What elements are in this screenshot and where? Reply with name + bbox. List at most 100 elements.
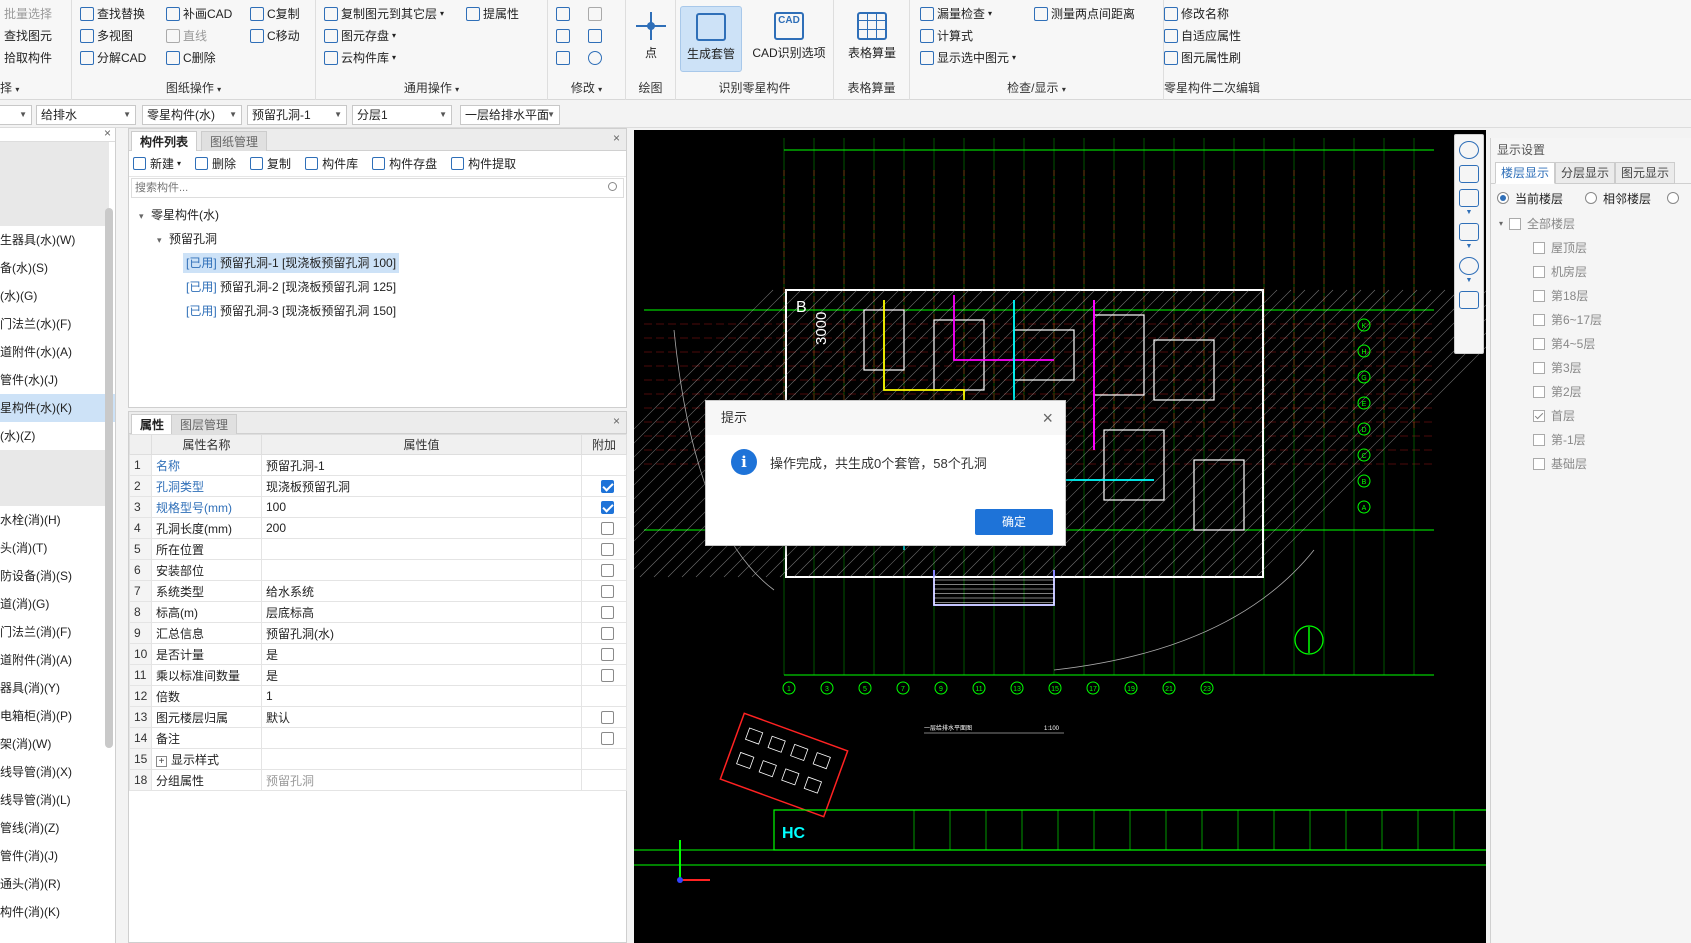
property-row[interactable]: 18 分组属性 预留孔洞 bbox=[129, 769, 627, 791]
extra-checkbox[interactable] bbox=[601, 501, 614, 515]
nav-tree-item[interactable]: 生器具(水)(W) bbox=[0, 226, 115, 254]
modify-delete-button[interactable] bbox=[556, 48, 573, 68]
c-delete-button[interactable]: C删除 bbox=[166, 48, 216, 68]
collapse-icon[interactable]: ▾ bbox=[139, 204, 151, 228]
draw-point-button[interactable]: 点 bbox=[620, 6, 682, 72]
find-element-button[interactable]: 查找图元 bbox=[4, 26, 52, 46]
floor-checkbox[interactable] bbox=[1533, 458, 1545, 470]
copy-to-layer-button[interactable]: 复制图元到其它层 ▾ bbox=[324, 4, 444, 24]
filter-select-0[interactable]: ▼ bbox=[0, 105, 32, 125]
property-value[interactable]: 200 bbox=[261, 517, 582, 539]
pick-component-button[interactable]: 拾取构件 bbox=[4, 48, 52, 68]
tab-drawing-manage[interactable]: 图纸管理 bbox=[201, 131, 268, 151]
delete-component-button[interactable]: 删除 bbox=[195, 155, 236, 172]
nav-tree-item[interactable]: 通头(消)(R) bbox=[0, 870, 115, 898]
tab-layer-manage[interactable]: 图层管理 bbox=[171, 414, 238, 434]
nav-tree-item[interactable]: 线导管(消)(L) bbox=[0, 786, 115, 814]
new-component-button[interactable]: 新建 ▾ bbox=[133, 155, 181, 172]
rotate-view-icon[interactable] bbox=[1459, 257, 1479, 275]
batch-select-button[interactable]: 批量选择 bbox=[4, 4, 52, 24]
radio-other[interactable] bbox=[1667, 192, 1680, 204]
formula-button[interactable]: 计算式 bbox=[920, 26, 973, 46]
floor-item[interactable]: 第6~17层 bbox=[1491, 308, 1691, 332]
property-row[interactable]: 13 图元楼层归属 默认 bbox=[129, 706, 627, 728]
modify-paste-button[interactable] bbox=[588, 4, 605, 24]
nav-tree-item[interactable]: 管件(水)(J) bbox=[0, 366, 115, 394]
close-icon[interactable]: × bbox=[613, 131, 620, 145]
nav-tree-item[interactable]: 构件(消)(K) bbox=[0, 898, 115, 926]
property-row[interactable]: 4 孔洞长度(mm) 200 bbox=[129, 517, 627, 539]
floor-item[interactable]: 第-1层 bbox=[1491, 428, 1691, 452]
property-value[interactable]: 预留孔洞-1 bbox=[261, 454, 582, 476]
floor-checkbox[interactable] bbox=[1533, 242, 1545, 254]
property-value[interactable]: 层底标高 bbox=[261, 601, 582, 623]
property-value[interactable]: 是 bbox=[261, 643, 582, 665]
extra-checkbox[interactable] bbox=[601, 564, 614, 578]
extra-checkbox[interactable] bbox=[601, 606, 614, 620]
floor-checkbox[interactable] bbox=[1533, 266, 1545, 278]
property-row[interactable]: 5 所在位置 bbox=[129, 538, 627, 560]
close-icon[interactable]: × bbox=[104, 128, 111, 140]
nav-tree-item[interactable]: 道附件(消)(A) bbox=[0, 646, 115, 674]
property-value[interactable]: 预留孔洞 bbox=[261, 769, 582, 791]
extra-checkbox[interactable] bbox=[601, 585, 614, 599]
floor-item[interactable]: 基础层 bbox=[1491, 452, 1691, 476]
tab-floor-display[interactable]: 楼层显示 bbox=[1495, 162, 1556, 184]
show-selected-button[interactable]: 显示选中图元 ▾ bbox=[920, 48, 1016, 68]
property-row[interactable]: 1 名称 预留孔洞-1 bbox=[129, 454, 627, 476]
property-row[interactable]: 12 倍数 1 bbox=[129, 685, 627, 707]
chevron-down-icon[interactable]: ▼ bbox=[1455, 277, 1483, 285]
settings-list-icon[interactable] bbox=[1459, 291, 1479, 309]
multi-view-button[interactable]: 多视图 bbox=[80, 26, 133, 46]
modify-mirror-button[interactable] bbox=[588, 26, 605, 46]
property-value[interactable] bbox=[261, 538, 582, 560]
table-calc-button[interactable]: 表格算量 bbox=[838, 6, 906, 72]
property-value[interactable]: 1 bbox=[261, 685, 582, 707]
extra-checkbox[interactable] bbox=[601, 543, 614, 557]
property-value[interactable]: 是 bbox=[261, 664, 582, 686]
generate-sleeve-button[interactable]: 生成套管 bbox=[680, 6, 742, 72]
orbit-icon[interactable] bbox=[1459, 141, 1479, 159]
leak-check-button[interactable]: 漏量检查 ▾ bbox=[920, 4, 992, 24]
measure-distance-button[interactable]: 测量两点间距离 bbox=[1034, 4, 1135, 24]
floor-root[interactable]: ▾ 全部楼层 bbox=[1491, 212, 1691, 236]
line-button[interactable]: 直线 bbox=[166, 26, 207, 46]
extract-attr-button[interactable]: 提属性 bbox=[466, 4, 519, 24]
collapse-icon[interactable]: ▾ bbox=[157, 228, 169, 252]
extra-checkbox[interactable] bbox=[601, 732, 614, 746]
extra-checkbox[interactable] bbox=[601, 711, 614, 725]
component-library-button[interactable]: 构件库 bbox=[305, 155, 358, 172]
ok-button[interactable]: 确定 bbox=[975, 509, 1053, 535]
floor-item[interactable]: 屋顶层 bbox=[1491, 236, 1691, 260]
property-row[interactable]: 2 孔洞类型 现浇板预留孔洞 bbox=[129, 475, 627, 497]
property-row[interactable]: 15 + 显示样式 bbox=[129, 748, 627, 770]
floor-checkbox[interactable] bbox=[1533, 290, 1545, 302]
redraw-cad-button[interactable]: 补画CAD bbox=[166, 4, 232, 24]
property-row[interactable]: 3 规格型号(mm) 100 bbox=[129, 496, 627, 518]
floor-checkbox[interactable] bbox=[1533, 362, 1545, 374]
property-row[interactable]: 6 安装部位 bbox=[129, 559, 627, 581]
filter-select-layer[interactable]: 分层1 ▼ bbox=[352, 105, 452, 125]
extra-checkbox[interactable] bbox=[601, 648, 614, 662]
floor-item[interactable]: 第18层 bbox=[1491, 284, 1691, 308]
close-icon[interactable]: × bbox=[613, 414, 620, 428]
chevron-down-icon[interactable]: ▼ bbox=[1455, 209, 1483, 217]
find-replace-button[interactable]: 查找替换 bbox=[80, 4, 145, 24]
nav-tree-item[interactable]: 水栓(消)(H) bbox=[0, 506, 115, 534]
property-value[interactable] bbox=[261, 559, 582, 581]
cube-view-icon[interactable] bbox=[1459, 189, 1479, 207]
property-value[interactable]: 默认 bbox=[261, 706, 582, 728]
nav-tree-item[interactable]: 防设备(消)(S) bbox=[0, 562, 115, 590]
property-value[interactable] bbox=[261, 727, 582, 749]
tree-node-group[interactable]: ▾ 预留孔洞 bbox=[129, 227, 626, 251]
nav-tree-item[interactable]: 门法兰(水)(F) bbox=[0, 310, 115, 338]
cad-identify-option-button[interactable]: CAD CAD识别选项 bbox=[748, 6, 830, 72]
filter-select-category[interactable]: 零星构件(水) ▼ bbox=[142, 105, 242, 125]
extra-checkbox[interactable] bbox=[601, 480, 614, 494]
tree-leaf-hole-2[interactable]: [已用] 预留孔洞-2 [现浇板预留孔洞 125] bbox=[129, 275, 626, 299]
component-search-input[interactable] bbox=[132, 179, 623, 197]
property-value[interactable]: 预留孔洞(水) bbox=[261, 622, 582, 644]
property-row[interactable]: 8 标高(m) 层底标高 bbox=[129, 601, 627, 623]
nav-tree-item[interactable]: 备(水)(S) bbox=[0, 254, 115, 282]
chevron-down-icon[interactable]: ▼ bbox=[1455, 243, 1483, 251]
